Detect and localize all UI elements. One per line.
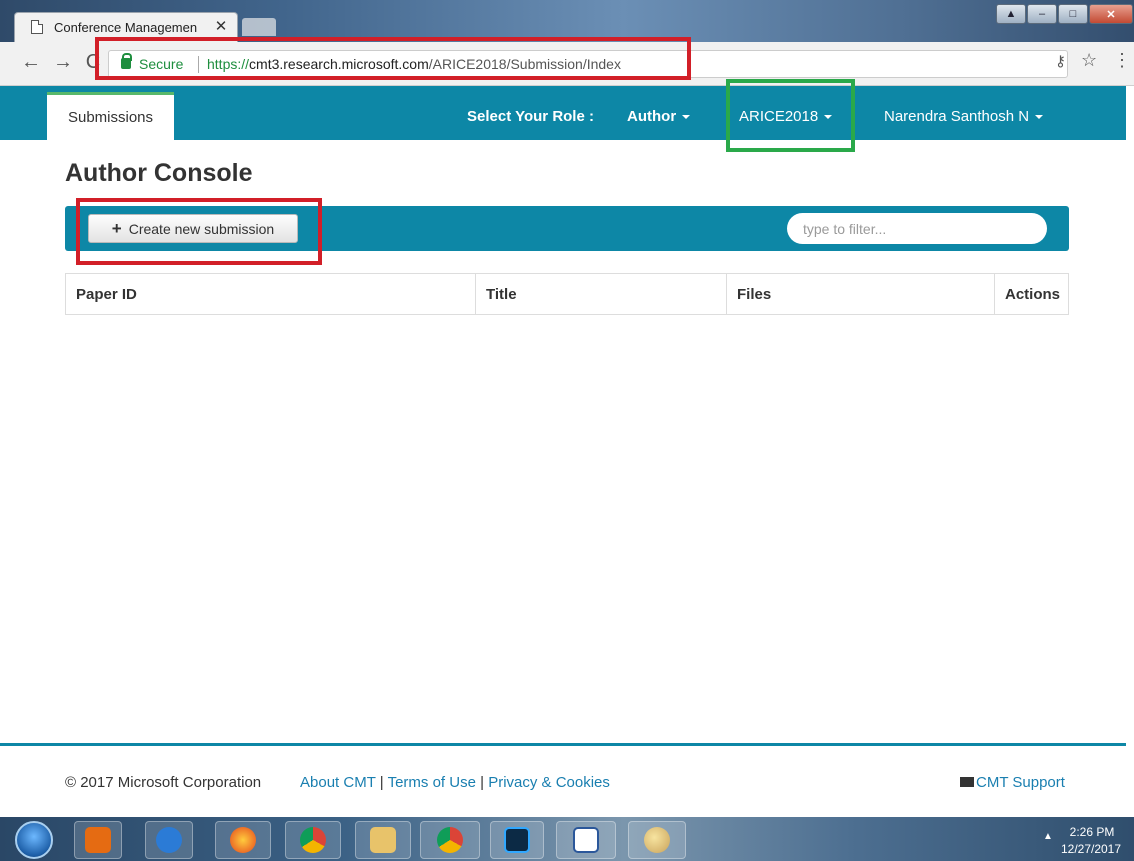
privacy-link[interactable]: Privacy & Cookies: [488, 774, 610, 791]
photoshop-icon[interactable]: [490, 821, 544, 859]
submissions-table: Paper ID Title Files Actions: [65, 273, 1069, 315]
divider: |: [379, 774, 384, 791]
role-label: Select Your Role :: [467, 108, 594, 125]
maximize-button[interactable]: □: [1058, 4, 1088, 24]
close-button[interactable]: ✕: [1089, 4, 1133, 24]
windows-media-center-icon[interactable]: [74, 821, 122, 859]
firefox-icon[interactable]: [215, 821, 271, 859]
conference-highlight-box: [726, 79, 855, 152]
chrome-icon[interactable]: [420, 821, 480, 859]
menu-icon[interactable]: ⋮: [1113, 50, 1131, 71]
minimize-button[interactable]: –: [1027, 4, 1057, 24]
envelope-icon: [960, 777, 974, 787]
tab-submissions[interactable]: Submissions: [47, 92, 174, 140]
support-label: CMT Support: [976, 774, 1065, 791]
chevron-down-icon: [1035, 115, 1044, 120]
footer: © 2017 Microsoft Corporation About CMT |…: [0, 743, 1126, 817]
divider: |: [480, 774, 485, 791]
footer-links: About CMT | Terms of Use | Privacy & Coo…: [300, 774, 610, 791]
terms-link[interactable]: Terms of Use: [388, 774, 476, 791]
window-controls: ▲ – □ ✕: [996, 4, 1133, 26]
clock-date[interactable]: 12/27/2017: [1058, 842, 1124, 856]
start-button[interactable]: [15, 821, 53, 859]
column-header-files[interactable]: Files: [727, 274, 995, 314]
url-highlight-box: [95, 37, 691, 80]
column-header-actions[interactable]: Actions: [995, 274, 1068, 314]
page-title: Author Console: [65, 159, 253, 187]
role-value: Author: [627, 108, 677, 125]
about-link[interactable]: About CMT: [300, 774, 376, 791]
app-navbar: Submissions Select Your Role : Author AR…: [0, 86, 1126, 140]
back-icon[interactable]: ←: [20, 51, 42, 74]
internet-explorer-icon[interactable]: [145, 821, 193, 859]
tab-title: Conference Managemen: [54, 20, 198, 35]
copyright-text: © 2017 Microsoft Corporation: [65, 774, 262, 791]
upload-icon[interactable]: ▲: [996, 4, 1026, 24]
create-button-highlight-box: [76, 198, 322, 265]
user-dropdown[interactable]: Narendra Santhosh N: [884, 108, 1044, 125]
taskbar: ▲ 2:26 PM 12/27/2017: [0, 817, 1134, 861]
filter-input[interactable]: [787, 213, 1047, 244]
word-icon[interactable]: [556, 821, 616, 859]
chevron-down-icon: [682, 115, 691, 120]
clock-time[interactable]: 2:26 PM: [1064, 825, 1120, 839]
tab-close-icon[interactable]: ✕: [211, 17, 231, 35]
document-icon: [31, 20, 43, 34]
user-name: Narendra Santhosh N: [884, 108, 1030, 125]
support-link[interactable]: CMT Support: [960, 774, 1065, 791]
column-header-title[interactable]: Title: [476, 274, 727, 314]
new-tab-button[interactable]: [242, 18, 276, 36]
title-bar: Conference Managemen ✕ ▲ – □ ✕: [0, 0, 1134, 42]
file-explorer-icon[interactable]: [355, 821, 411, 859]
forward-icon[interactable]: →: [52, 51, 74, 74]
role-dropdown[interactable]: Author: [627, 108, 691, 125]
key-icon[interactable]: ⚷: [1055, 52, 1066, 70]
chrome-icon[interactable]: [285, 821, 341, 859]
browser-window: Conference Managemen ✕ ▲ – □ ✕ ← → C Sec…: [0, 0, 1134, 861]
column-header-paper-id[interactable]: Paper ID: [66, 274, 476, 314]
paint-icon[interactable]: [628, 821, 686, 859]
bookmark-star-icon[interactable]: ☆: [1081, 50, 1097, 71]
show-hidden-icons-icon[interactable]: ▲: [1043, 831, 1053, 842]
